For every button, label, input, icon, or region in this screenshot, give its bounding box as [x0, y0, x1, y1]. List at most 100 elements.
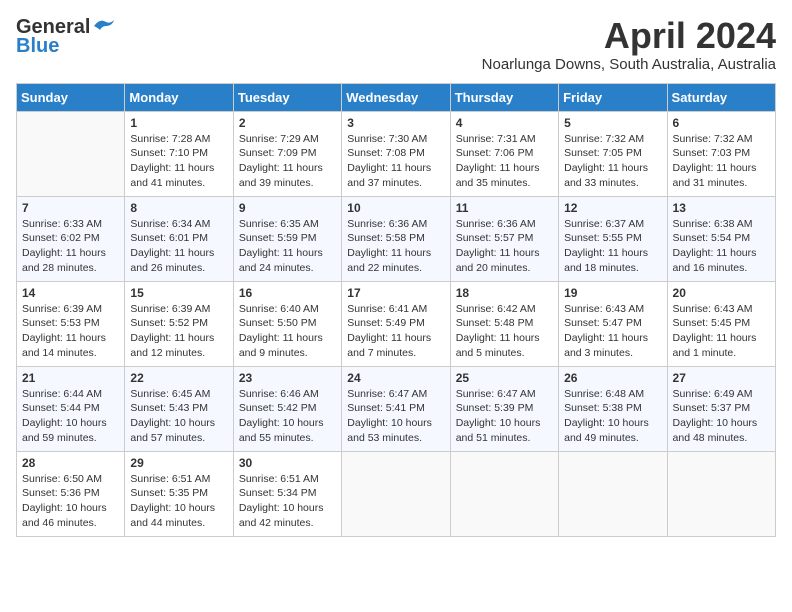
day-number: 6 [673, 116, 770, 130]
day-number: 30 [239, 456, 336, 470]
calendar-week-2: 7Sunrise: 6:33 AM Sunset: 6:02 PM Daylig… [17, 196, 776, 281]
calendar-day-cell [450, 451, 558, 536]
day-number: 3 [347, 116, 444, 130]
calendar-header-row: SundayMondayTuesdayWednesdayThursdayFrid… [17, 83, 776, 111]
day-number: 4 [456, 116, 553, 130]
calendar-day-cell: 22 Sunrise: 6:45 AM Sunset: 5:43 PM Dayli… [125, 366, 233, 451]
day-info: Sunrise: 7:29 AM Sunset: 7:09 PM Dayligh… [239, 132, 336, 191]
day-info: Sunrise: 6:51 AM Sunset: 5:35 PM Dayligh… [130, 472, 227, 531]
calendar-day-cell: 30 Sunrise: 6:51 AM Sunset: 5:34 PM Dayli… [233, 451, 341, 536]
calendar-week-5: 28 Sunrise: 6:50 AM Sunset: 5:36 PM Dayli… [17, 451, 776, 536]
location-subtitle: Noarlunga Downs, South Australia, Austra… [482, 56, 776, 73]
day-info: Sunrise: 7:32 AM Sunset: 7:03 PM Dayligh… [673, 132, 770, 191]
calendar-day-cell: 29 Sunrise: 6:51 AM Sunset: 5:35 PM Dayli… [125, 451, 233, 536]
calendar-day-cell: 16Sunrise: 6:40 AM Sunset: 5:50 PM Dayli… [233, 281, 341, 366]
calendar-day-cell: 9 Sunrise: 6:35 AM Sunset: 5:59 PM Daylig… [233, 196, 341, 281]
day-info: Sunrise: 6:50 AM Sunset: 5:36 PM Dayligh… [22, 472, 119, 531]
calendar-day-cell: 26 Sunrise: 6:48 AM Sunset: 5:38 PM Dayli… [559, 366, 667, 451]
day-number: 15 [130, 286, 227, 300]
day-info: Sunrise: 6:41 AM Sunset: 5:49 PM Dayligh… [347, 302, 444, 361]
weekday-header-friday: Friday [559, 83, 667, 111]
day-number: 14 [22, 286, 119, 300]
weekday-header-saturday: Saturday [667, 83, 775, 111]
day-number: 2 [239, 116, 336, 130]
day-number: 21 [22, 371, 119, 385]
day-number: 5 [564, 116, 661, 130]
day-info: Sunrise: 7:31 AM Sunset: 7:06 PM Dayligh… [456, 132, 553, 191]
day-number: 1 [130, 116, 227, 130]
day-info: Sunrise: 6:36 AM Sunset: 5:58 PM Dayligh… [347, 217, 444, 276]
day-info: Sunrise: 6:47 AM Sunset: 5:39 PM Dayligh… [456, 387, 553, 446]
calendar-day-cell [667, 451, 775, 536]
calendar-day-cell: 24 Sunrise: 6:47 AM Sunset: 5:41 PM Dayli… [342, 366, 450, 451]
calendar-day-cell: 28 Sunrise: 6:50 AM Sunset: 5:36 PM Dayli… [17, 451, 125, 536]
calendar-day-cell [17, 111, 125, 196]
day-info: Sunrise: 6:34 AM Sunset: 6:01 PM Dayligh… [130, 217, 227, 276]
day-info: Sunrise: 7:32 AM Sunset: 7:05 PM Dayligh… [564, 132, 661, 191]
month-title: April 2024 [482, 16, 776, 56]
day-info: Sunrise: 6:51 AM Sunset: 5:34 PM Dayligh… [239, 472, 336, 531]
day-number: 24 [347, 371, 444, 385]
calendar-day-cell [559, 451, 667, 536]
day-number: 22 [130, 371, 227, 385]
calendar-day-cell: 2 Sunrise: 7:29 AM Sunset: 7:09 PM Daylig… [233, 111, 341, 196]
calendar-week-3: 14 Sunrise: 6:39 AM Sunset: 5:53 PM Dayli… [17, 281, 776, 366]
calendar-day-cell: 25 Sunrise: 6:47 AM Sunset: 5:39 PM Dayli… [450, 366, 558, 451]
day-info: Sunrise: 6:35 AM Sunset: 5:59 PM Dayligh… [239, 217, 336, 276]
day-info: Sunrise: 6:49 AM Sunset: 5:37 PM Dayligh… [673, 387, 770, 446]
calendar-day-cell: 13 Sunrise: 6:38 AM Sunset: 5:54 PM Dayli… [667, 196, 775, 281]
day-info: Sunrise: 6:39 AM Sunset: 5:52 PM Dayligh… [130, 302, 227, 361]
day-number: 25 [456, 371, 553, 385]
calendar-day-cell: 8 Sunrise: 6:34 AM Sunset: 6:01 PM Daylig… [125, 196, 233, 281]
day-number: 9 [239, 201, 336, 215]
day-number: 23 [239, 371, 336, 385]
day-info: Sunrise: 7:28 AM Sunset: 7:10 PM Dayligh… [130, 132, 227, 191]
day-number: 7 [22, 201, 119, 215]
weekday-header-wednesday: Wednesday [342, 83, 450, 111]
calendar-day-cell: 27 Sunrise: 6:49 AM Sunset: 5:37 PM Dayli… [667, 366, 775, 451]
calendar-day-cell: 20 Sunrise: 6:43 AM Sunset: 5:45 PM Dayli… [667, 281, 775, 366]
day-number: 12 [564, 201, 661, 215]
day-number: 26 [564, 371, 661, 385]
day-number: 10 [347, 201, 444, 215]
calendar-week-1: 1 Sunrise: 7:28 AM Sunset: 7:10 PM Daylig… [17, 111, 776, 196]
title-area: April 2024 Noarlunga Downs, South Austra… [482, 16, 776, 73]
weekday-header-thursday: Thursday [450, 83, 558, 111]
calendar-day-cell: 12 Sunrise: 6:37 AM Sunset: 5:55 PM Dayli… [559, 196, 667, 281]
day-info: Sunrise: 6:44 AM Sunset: 5:44 PM Dayligh… [22, 387, 119, 446]
calendar-day-cell: 5 Sunrise: 7:32 AM Sunset: 7:05 PM Daylig… [559, 111, 667, 196]
day-info: Sunrise: 6:43 AM Sunset: 5:45 PM Dayligh… [673, 302, 770, 361]
day-number: 8 [130, 201, 227, 215]
day-info: Sunrise: 6:46 AM Sunset: 5:42 PM Dayligh… [239, 387, 336, 446]
calendar-day-cell [342, 451, 450, 536]
day-info: Sunrise: 6:45 AM Sunset: 5:43 PM Dayligh… [130, 387, 227, 446]
day-info: Sunrise: 6:48 AM Sunset: 5:38 PM Dayligh… [564, 387, 661, 446]
day-number: 13 [673, 201, 770, 215]
day-number: 20 [673, 286, 770, 300]
day-number: 27 [673, 371, 770, 385]
day-number: 19 [564, 286, 661, 300]
page-header: General Blue April 2024 Noarlunga Downs,… [16, 16, 776, 73]
calendar-day-cell: 6 Sunrise: 7:32 AM Sunset: 7:03 PM Daylig… [667, 111, 775, 196]
calendar-day-cell: 10 Sunrise: 6:36 AM Sunset: 5:58 PM Dayli… [342, 196, 450, 281]
calendar-week-4: 21 Sunrise: 6:44 AM Sunset: 5:44 PM Dayli… [17, 366, 776, 451]
day-info: Sunrise: 6:47 AM Sunset: 5:41 PM Dayligh… [347, 387, 444, 446]
weekday-header-tuesday: Tuesday [233, 83, 341, 111]
day-number: 28 [22, 456, 119, 470]
day-info: Sunrise: 6:37 AM Sunset: 5:55 PM Dayligh… [564, 217, 661, 276]
day-number: 29 [130, 456, 227, 470]
calendar-day-cell: 21 Sunrise: 6:44 AM Sunset: 5:44 PM Dayli… [17, 366, 125, 451]
calendar-table: SundayMondayTuesdayWednesdayThursdayFrid… [16, 83, 776, 537]
calendar-day-cell: 1 Sunrise: 7:28 AM Sunset: 7:10 PM Daylig… [125, 111, 233, 196]
calendar-day-cell: 3Sunrise: 7:30 AM Sunset: 7:08 PM Daylig… [342, 111, 450, 196]
logo: General Blue [16, 16, 114, 58]
calendar-day-cell: 17Sunrise: 6:41 AM Sunset: 5:49 PM Dayli… [342, 281, 450, 366]
weekday-header-monday: Monday [125, 83, 233, 111]
day-info: Sunrise: 6:38 AM Sunset: 5:54 PM Dayligh… [673, 217, 770, 276]
calendar-day-cell: 18Sunrise: 6:42 AM Sunset: 5:48 PM Dayli… [450, 281, 558, 366]
day-info: Sunrise: 6:39 AM Sunset: 5:53 PM Dayligh… [22, 302, 119, 361]
day-info: Sunrise: 6:43 AM Sunset: 5:47 PM Dayligh… [564, 302, 661, 361]
calendar-day-cell: 14 Sunrise: 6:39 AM Sunset: 5:53 PM Dayli… [17, 281, 125, 366]
calendar-day-cell: 7Sunrise: 6:33 AM Sunset: 6:02 PM Daylig… [17, 196, 125, 281]
calendar-day-cell: 15 Sunrise: 6:39 AM Sunset: 5:52 PM Dayli… [125, 281, 233, 366]
